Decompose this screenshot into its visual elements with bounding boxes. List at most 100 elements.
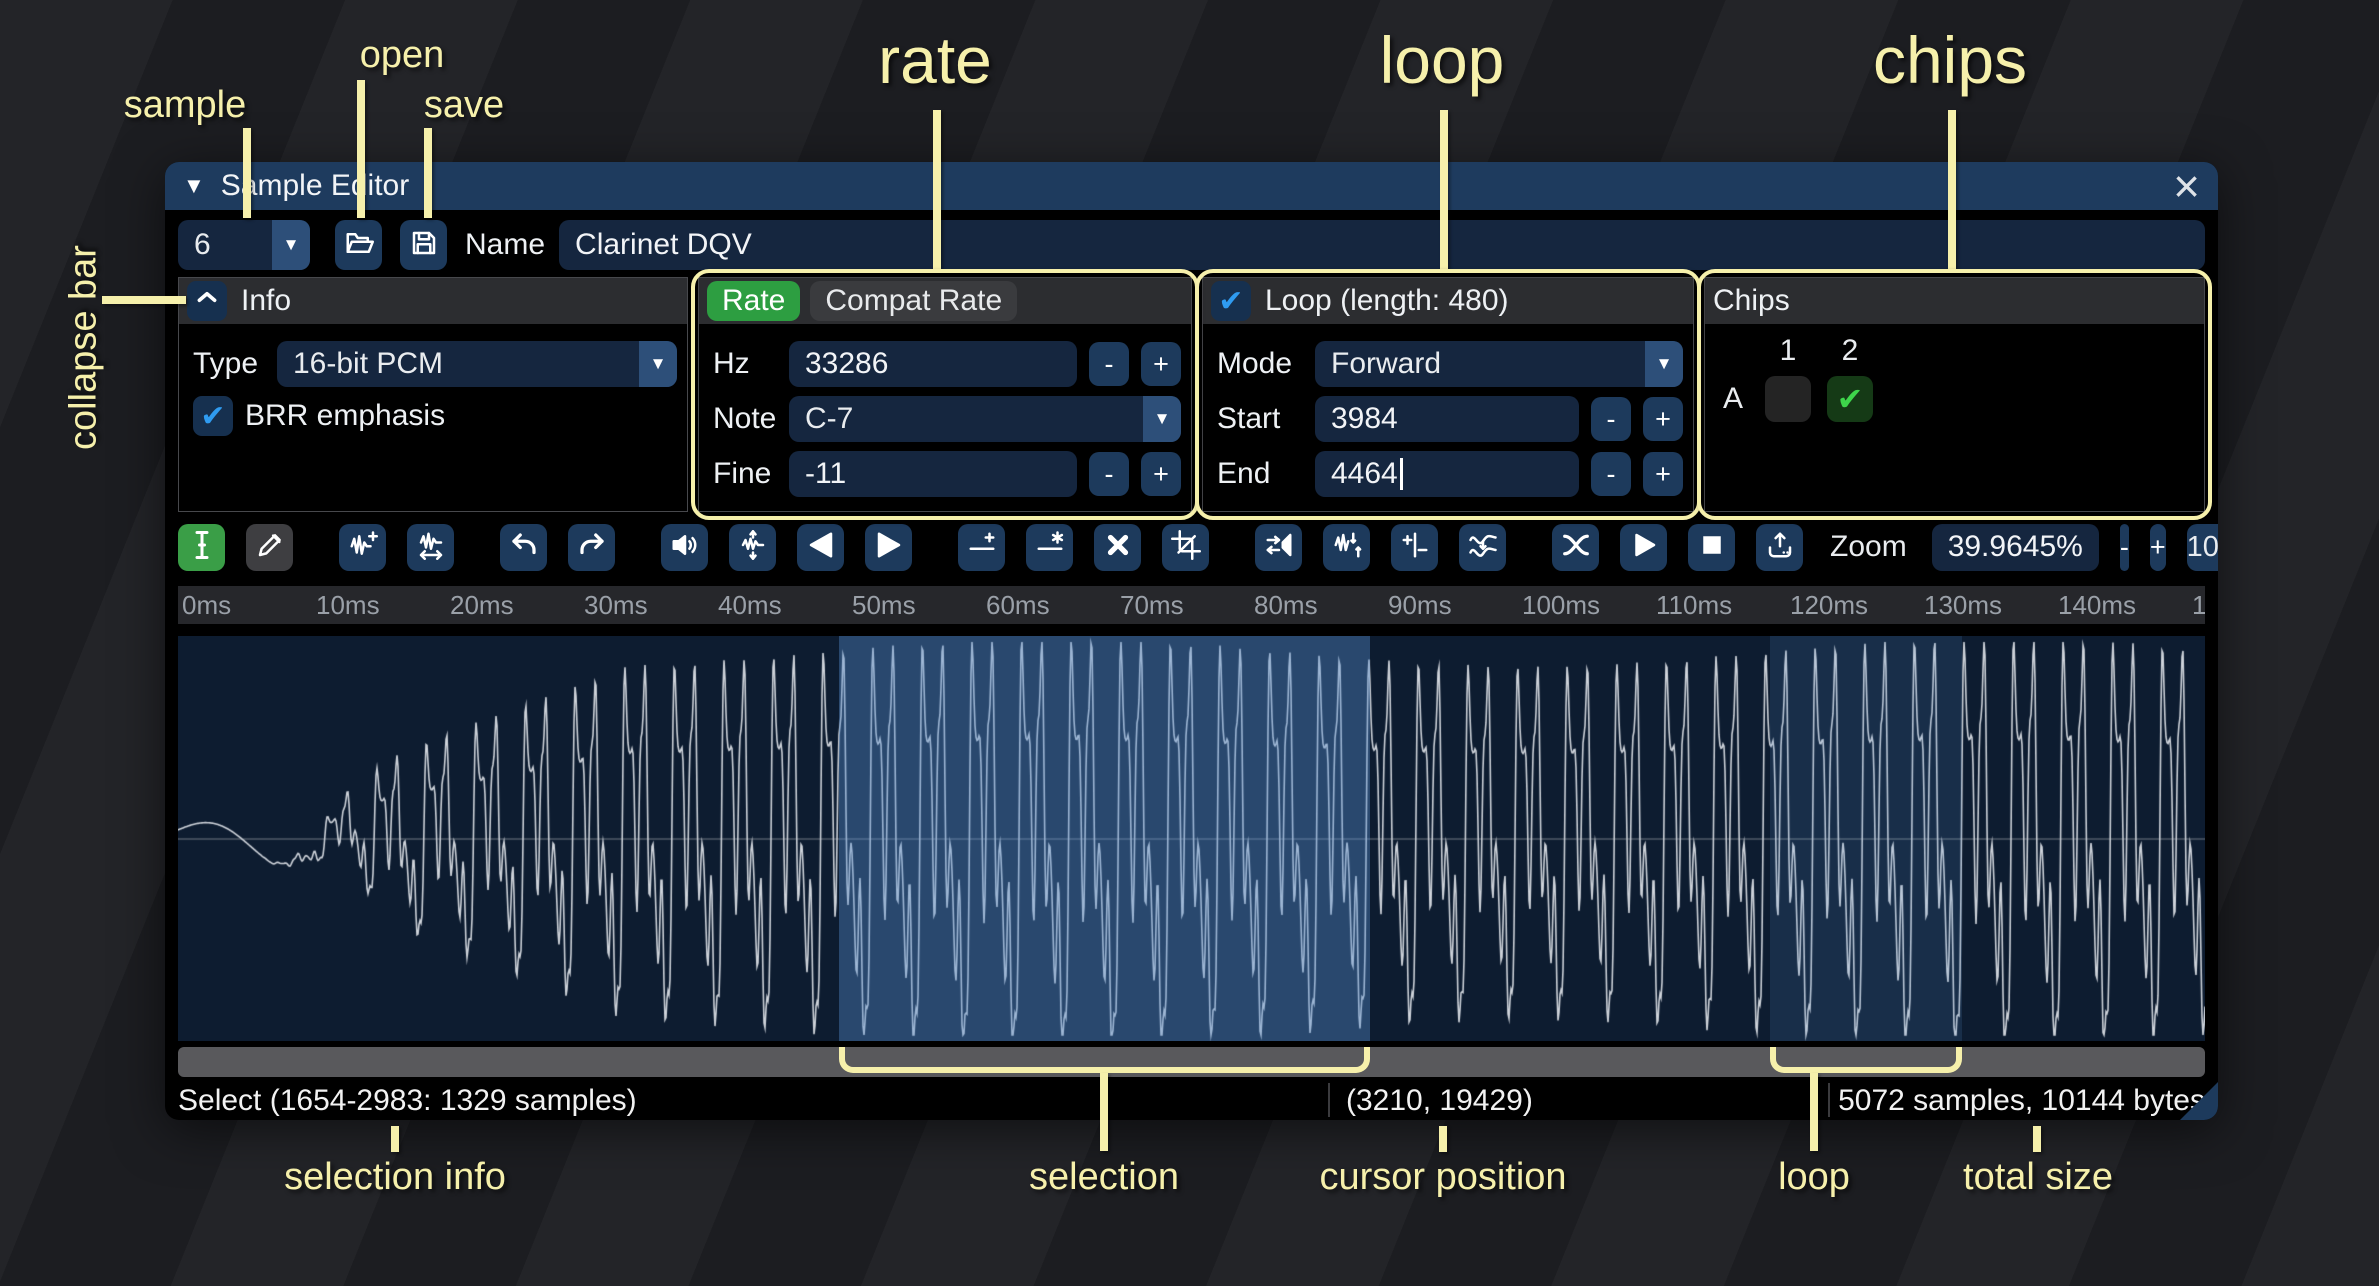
check-icon: ✔ xyxy=(200,399,225,434)
annotation-line-save xyxy=(424,128,432,218)
ruler-tick: 70ms xyxy=(1116,590,1184,621)
type-combo[interactable]: 16-bit PCM ▼ xyxy=(277,341,677,387)
tool-apply-silence-button[interactable] xyxy=(1026,524,1073,571)
tool-delete-button[interactable] xyxy=(1094,524,1141,571)
wave-stretch-icon xyxy=(416,530,446,565)
sample-row: 6 ▼ Name Clarinet DQV xyxy=(178,220,2205,270)
tool-stop-button[interactable] xyxy=(1688,524,1735,571)
open-sample-button[interactable] xyxy=(335,220,382,270)
zoom-out-button[interactable]: - xyxy=(2120,524,2129,571)
tool-draw-button[interactable] xyxy=(246,524,293,571)
ruler-tick: 20ms xyxy=(446,590,514,621)
annotation-loop-bottom: loop xyxy=(1778,1156,1850,1199)
annotation-total-size: total size xyxy=(1963,1156,2113,1199)
tool-fade-in-button[interactable] xyxy=(797,524,844,571)
name-label: Name xyxy=(465,228,545,262)
tool-invert-button[interactable] xyxy=(1323,524,1370,571)
selection-overlay[interactable] xyxy=(839,636,1370,1041)
annotation-line-chips xyxy=(1948,110,1956,269)
ruler-tick: 40ms xyxy=(714,590,782,621)
ruler-tick: 100ms xyxy=(1518,590,1600,621)
annotation-chips: chips xyxy=(1873,22,2027,98)
tool-resize-button[interactable] xyxy=(339,524,386,571)
tool-resample-icon-button[interactable] xyxy=(407,524,454,571)
tool-select-button[interactable] xyxy=(178,524,225,571)
ibeam-cursor-icon xyxy=(187,530,217,565)
tool-sign-convert-button[interactable] xyxy=(1391,524,1438,571)
chevron-down-icon[interactable]: ▼ xyxy=(272,220,310,270)
tool-redo-button[interactable] xyxy=(568,524,615,571)
cursor-position-text: (3210, 19429) xyxy=(1346,1084,1533,1118)
speaker-icon xyxy=(670,530,700,565)
save-sample-button[interactable] xyxy=(400,220,447,270)
window-title: Sample Editor xyxy=(221,169,2173,203)
annotation-open: open xyxy=(360,34,445,77)
name-input[interactable]: Clarinet DQV xyxy=(559,220,2205,270)
total-size-text: 5072 samples, 10144 bytes xyxy=(1838,1084,2205,1118)
folder-open-icon xyxy=(344,228,374,263)
page: { "ui": { "minus": "-", "plus": "+" }, "… xyxy=(0,0,2379,1286)
loop-region-overlay[interactable] xyxy=(1770,636,1962,1041)
annotation-brace-loop xyxy=(1770,1047,1962,1073)
timeline-ruler: 0ms 10ms 20ms 30ms 40ms 50ms 60ms 70ms 8… xyxy=(178,586,2205,624)
annotation-line-loop xyxy=(1440,110,1448,269)
redo-icon xyxy=(577,530,607,565)
annotation-outline-rate xyxy=(691,269,1199,520)
tool-insert-silence-button[interactable] xyxy=(958,524,1005,571)
brr-emphasis-checkbox[interactable]: ✔ xyxy=(193,396,233,436)
x-delete-icon xyxy=(1103,530,1133,565)
zoom-value: 39.9645% xyxy=(1948,530,2083,564)
tool-undo-button[interactable] xyxy=(500,524,547,571)
status-bar: Select (1654-2983: 1329 samples) (3210, … xyxy=(178,1081,2205,1120)
info-panel-title: Info xyxy=(241,284,291,318)
close-icon[interactable]: × xyxy=(2173,166,2200,206)
tool-trim-button[interactable] xyxy=(1162,524,1209,571)
brr-emphasis-label: BRR emphasis xyxy=(245,399,445,433)
sample-select-combo[interactable]: 6 ▼ xyxy=(178,220,310,270)
annotation-rate: rate xyxy=(878,22,992,98)
collapse-info-button[interactable] xyxy=(187,281,227,321)
zoom-input[interactable]: 39.9645% xyxy=(1932,524,2099,571)
annotation-loop: loop xyxy=(1380,22,1505,98)
titlebar[interactable]: ▼ Sample Editor × xyxy=(165,162,2218,210)
wave-plus-icon xyxy=(348,530,378,565)
ruler-tick: 30ms xyxy=(580,590,648,621)
tool-crossfade-loop-button[interactable] xyxy=(1552,524,1599,571)
fade-in-triangle-icon xyxy=(806,530,836,565)
crop-icon xyxy=(1171,530,1201,565)
chevron-down-icon[interactable]: ▼ xyxy=(639,341,677,387)
window-collapse-triangle-icon[interactable]: ▼ xyxy=(183,173,205,199)
info-panel-body: Type 16-bit PCM ▼ ✔ BRR emphasis xyxy=(179,324,687,511)
tool-filter-button[interactable] xyxy=(1459,524,1506,571)
resize-grip[interactable] xyxy=(2180,1082,2218,1120)
tool-normalize-button[interactable] xyxy=(729,524,776,571)
name-value: Clarinet DQV xyxy=(575,228,752,262)
play-icon xyxy=(1629,530,1659,565)
zoom-reset-button[interactable]: 100% xyxy=(2187,524,2218,571)
tool-create-instrument-button[interactable] xyxy=(1756,524,1803,571)
save-floppy-icon xyxy=(409,228,439,263)
ruler-tick: 60ms xyxy=(982,590,1050,621)
tool-fade-out-button[interactable] xyxy=(865,524,912,571)
annotation-brace-selection xyxy=(839,1047,1370,1073)
tool-play-button[interactable] xyxy=(1620,524,1667,571)
annotation-collapse-bar: collapse bar xyxy=(63,208,106,488)
tool-amplify-button[interactable] xyxy=(661,524,708,571)
ruler-tick: 90ms xyxy=(1384,590,1452,621)
pencil-icon xyxy=(255,530,285,565)
line-asterisk-icon xyxy=(1035,530,1065,565)
annotation-selection: selection xyxy=(1029,1156,1179,1199)
waveform-display[interactable] xyxy=(178,636,2205,1041)
zoom-in-button[interactable]: + xyxy=(2150,524,2166,571)
ruler-tick: 130ms xyxy=(1920,590,2002,621)
tool-reverse-button[interactable] xyxy=(1255,524,1302,571)
filter-wave-icon xyxy=(1468,530,1498,565)
wave-flip-icon xyxy=(1332,530,1362,565)
type-label: Type xyxy=(193,347,265,381)
plus-minus-sign-icon xyxy=(1400,530,1430,565)
ruler-tick: 80ms xyxy=(1250,590,1318,621)
annotation-sample: sample xyxy=(124,84,247,127)
ruler-tick: 10ms xyxy=(312,590,380,621)
annotation-line-sample xyxy=(243,128,251,218)
type-value: 16-bit PCM xyxy=(277,347,639,381)
